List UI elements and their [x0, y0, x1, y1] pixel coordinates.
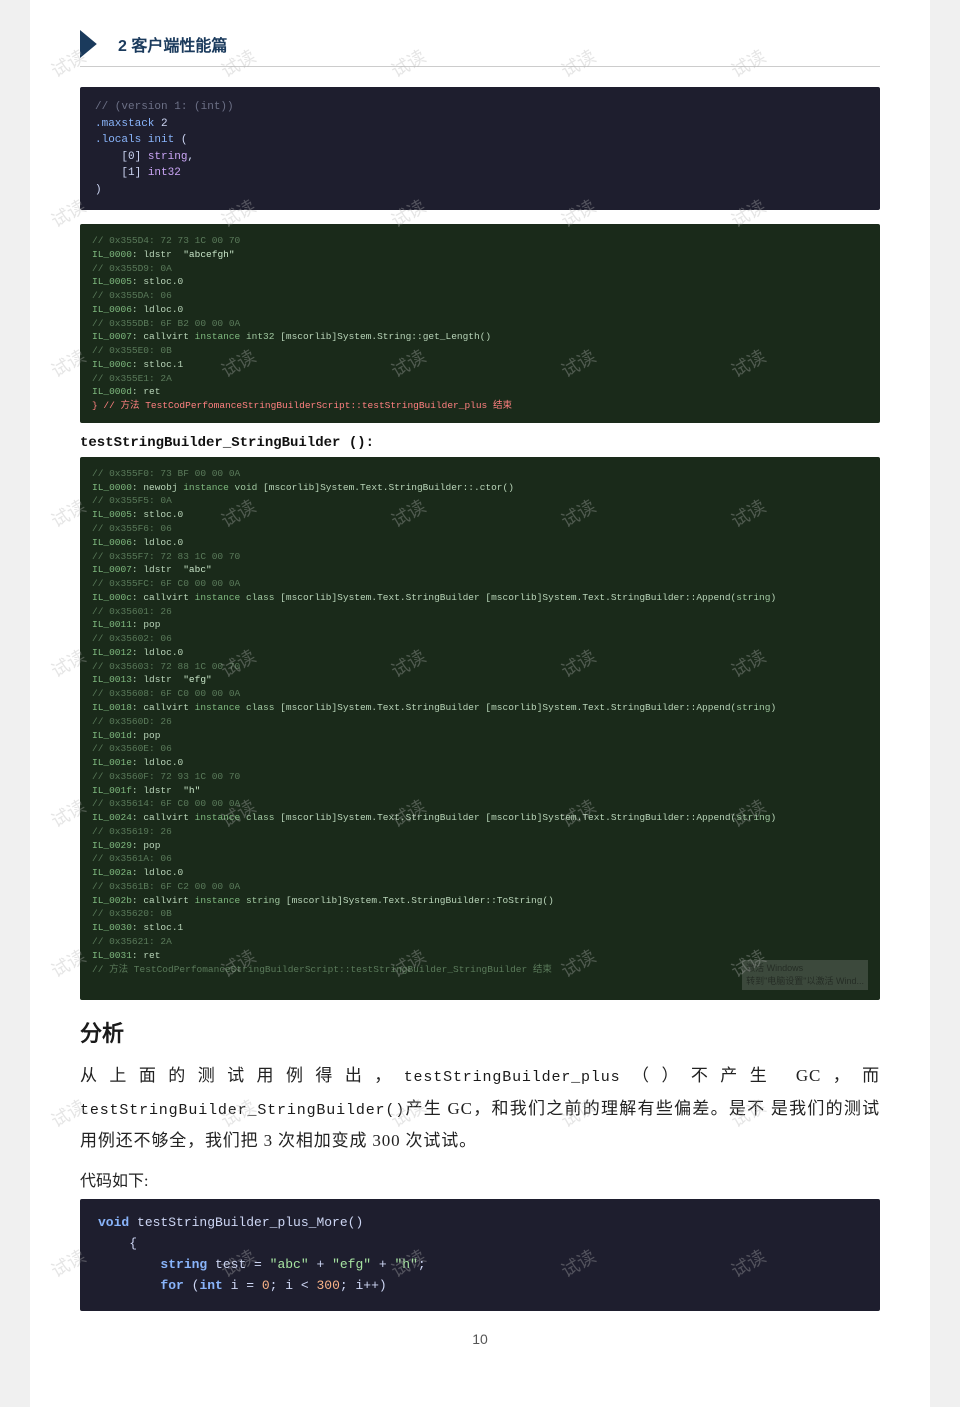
il-block-1: // 0x355D4: 72 73 1C 00 70 IL_0000: ldst…: [80, 224, 880, 423]
method-title-2: testStringBuilder_StringBuilder ():: [80, 435, 880, 451]
page: 2 客户端性能篇 // (version 1: (int)) .maxstack…: [30, 0, 930, 1407]
chapter-icon: [80, 30, 108, 58]
il-block-2: // 0x355F0: 73 BF 00 00 0A IL_0000: newo…: [80, 457, 880, 1000]
body-text-analysis: 从上面的测试用例得出，testStringBuilder_plus（）不产生 G…: [80, 1060, 880, 1157]
page-number: 10: [80, 1331, 880, 1347]
chapter-title: 2 客户端性能篇: [118, 32, 227, 56]
section-heading-analysis: 分析: [80, 1016, 880, 1048]
chapter-header: 2 客户端性能篇: [80, 30, 880, 67]
code-label: 代码如下:: [80, 1167, 880, 1191]
windows-activate-text: 激活 Windows 转到"电脑设置"以激活 Wind...: [742, 960, 868, 990]
code-block-bottom: void testStringBuilder_plus_More() { str…: [80, 1199, 880, 1310]
code-block-version1: // (version 1: (int)) .maxstack 2 .local…: [80, 87, 880, 210]
